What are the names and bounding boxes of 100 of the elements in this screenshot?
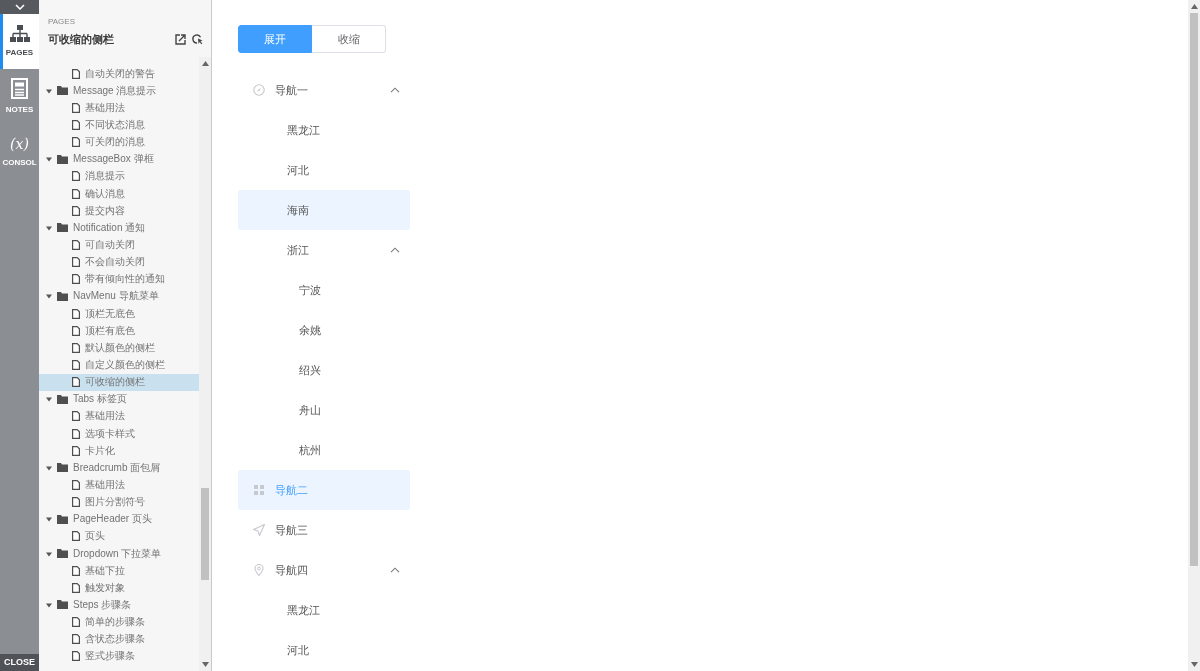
tree-item[interactable]: 消息提示: [39, 167, 199, 185]
tree-item[interactable]: 基础用法: [39, 99, 199, 117]
menu-item[interactable]: 导航四: [238, 550, 410, 590]
tree-item[interactable]: 图片分割符号: [39, 493, 199, 511]
tree-item[interactable]: NavMenu 导航菜单: [39, 287, 199, 305]
tree-item[interactable]: 不会自动关闭: [39, 253, 199, 271]
tree-item[interactable]: 顶栏有底色: [39, 322, 199, 340]
page-icon: [72, 188, 80, 199]
tree-item[interactable]: 卡片化: [39, 442, 199, 460]
menu-item[interactable]: 舟山: [238, 390, 410, 430]
page-icon: [72, 411, 80, 422]
expanded-triangle-icon[interactable]: [46, 550, 52, 557]
expanded-triangle-icon[interactable]: [46, 464, 52, 471]
expanded-triangle-icon[interactable]: [46, 601, 52, 608]
menu-item[interactable]: 导航二: [238, 470, 410, 510]
menu-item[interactable]: 绍兴: [238, 350, 410, 390]
scrollbar-thumb[interactable]: [201, 488, 209, 580]
tree-item[interactable]: 可关闭的消息: [39, 133, 199, 151]
segment-button[interactable]: 展开: [238, 25, 312, 53]
rail-tab[interactable]: PAGES: [0, 14, 39, 69]
rail-tab[interactable]: (x) CONSOL: [0, 124, 39, 179]
folder-icon: [57, 394, 68, 404]
page-icon: [72, 68, 80, 79]
rail-tab[interactable]: NOTES: [0, 69, 39, 124]
expanded-triangle-icon[interactable]: [46, 293, 52, 300]
sitemap-icon: [9, 25, 30, 42]
tree-item[interactable]: Steps 步骤条: [39, 596, 199, 614]
page-icon: [72, 274, 80, 285]
tree-item[interactable]: Breadcrumb 面包屑: [39, 459, 199, 477]
tree-item[interactable]: 可收缩的侧栏: [39, 373, 199, 391]
menu-item[interactable]: 余姚: [238, 310, 410, 350]
tree-item[interactable]: 基础用法: [39, 407, 199, 425]
page-icon: [72, 342, 80, 353]
menu-item[interactable]: 河北: [238, 630, 410, 670]
expanded-triangle-icon[interactable]: [46, 516, 52, 523]
expanded-triangle-icon[interactable]: [46, 396, 52, 403]
scroll-down-arrow-icon[interactable]: [1190, 662, 1198, 667]
expanded-triangle-icon[interactable]: [46, 156, 52, 163]
expanded-triangle-icon[interactable]: [46, 87, 52, 94]
scrollbar-thumb[interactable]: [1190, 13, 1198, 566]
menu-item[interactable]: 宁波: [238, 270, 410, 310]
tree-item[interactable]: 触发对象: [39, 579, 199, 597]
tree-item[interactable]: 确认消息: [39, 185, 199, 203]
tree-item[interactable]: Notification 通知: [39, 219, 199, 237]
tree-item[interactable]: 竖式步骤条: [39, 647, 199, 665]
menu-item[interactable]: 导航三: [238, 510, 410, 550]
folder-icon: [57, 549, 68, 558]
collapse-button[interactable]: [0, 0, 39, 14]
export-icon[interactable]: [175, 33, 186, 45]
close-button[interactable]: CLOSE: [0, 654, 39, 671]
cursor-icon[interactable]: [192, 33, 203, 45]
menu-item[interactable]: 河北: [238, 150, 410, 190]
page-icon: [72, 651, 80, 662]
scroll-up-arrow-icon[interactable]: [1190, 4, 1198, 9]
menu-item[interactable]: 导航一: [238, 70, 410, 110]
page-icon: [72, 428, 80, 439]
tree-item[interactable]: 带有倾向性的通知: [39, 270, 199, 288]
menu-item[interactable]: 黑龙江: [238, 590, 410, 630]
tree-item[interactable]: 基础下拉: [39, 562, 199, 580]
tree-item[interactable]: 含状态步骤条: [39, 630, 199, 648]
page-icon: [72, 531, 80, 542]
tree-item[interactable]: 简单的步骤条: [39, 613, 199, 631]
menu-item[interactable]: 浙江: [238, 230, 410, 270]
menu-item[interactable]: 杭州: [238, 430, 410, 470]
tree-item[interactable]: MessageBox 弹框: [39, 150, 199, 168]
menu-item[interactable]: 海南: [238, 190, 410, 230]
tree-item[interactable]: 不同状态消息: [39, 116, 199, 134]
folder-icon: [57, 463, 68, 473]
page-icon: [72, 102, 80, 113]
page-icon: [72, 445, 80, 456]
tree-item[interactable]: 顶栏无底色: [39, 304, 199, 323]
page-icon: [72, 617, 80, 628]
scroll-down-arrow-icon[interactable]: [201, 662, 209, 667]
tree-item[interactable]: 默认颜色的侧栏: [39, 339, 199, 357]
menu-item[interactable]: 黑龙江: [238, 110, 410, 150]
tree-item[interactable]: PageHeader 页头: [39, 510, 199, 528]
tree-item[interactable]: Dropdown 下拉菜单: [39, 544, 199, 563]
page-icon: [72, 634, 80, 645]
scroll-up-arrow-icon[interactable]: [201, 61, 209, 66]
pin-icon: [253, 564, 265, 576]
tree-item[interactable]: 页头: [39, 527, 199, 545]
folder-icon: [57, 600, 68, 610]
tree-item[interactable]: Message 消息提示: [39, 82, 199, 100]
expanded-triangle-icon[interactable]: [46, 224, 52, 231]
tree-item[interactable]: 可自动关闭: [39, 236, 199, 254]
page-icon: [72, 257, 80, 268]
folder-icon: [57, 86, 68, 96]
tree-item[interactable]: Tabs 标签页: [39, 390, 199, 408]
page-icon: [72, 377, 80, 388]
tree-item[interactable]: 选项卡样式: [39, 424, 199, 443]
page-icon: [72, 239, 80, 250]
tree-item[interactable]: 自定义颜色的侧栏: [39, 356, 199, 374]
tree-item[interactable]: 基础用法: [39, 476, 199, 494]
grid-icon: [253, 484, 265, 496]
tree-item[interactable]: 提交内容: [39, 202, 199, 220]
tree-item[interactable]: 自动关闭的警告: [39, 65, 199, 83]
segment-button[interactable]: 收缩: [312, 25, 386, 53]
page-icon: [72, 137, 80, 148]
notes-icon: [11, 78, 28, 99]
send-icon: [253, 524, 265, 536]
